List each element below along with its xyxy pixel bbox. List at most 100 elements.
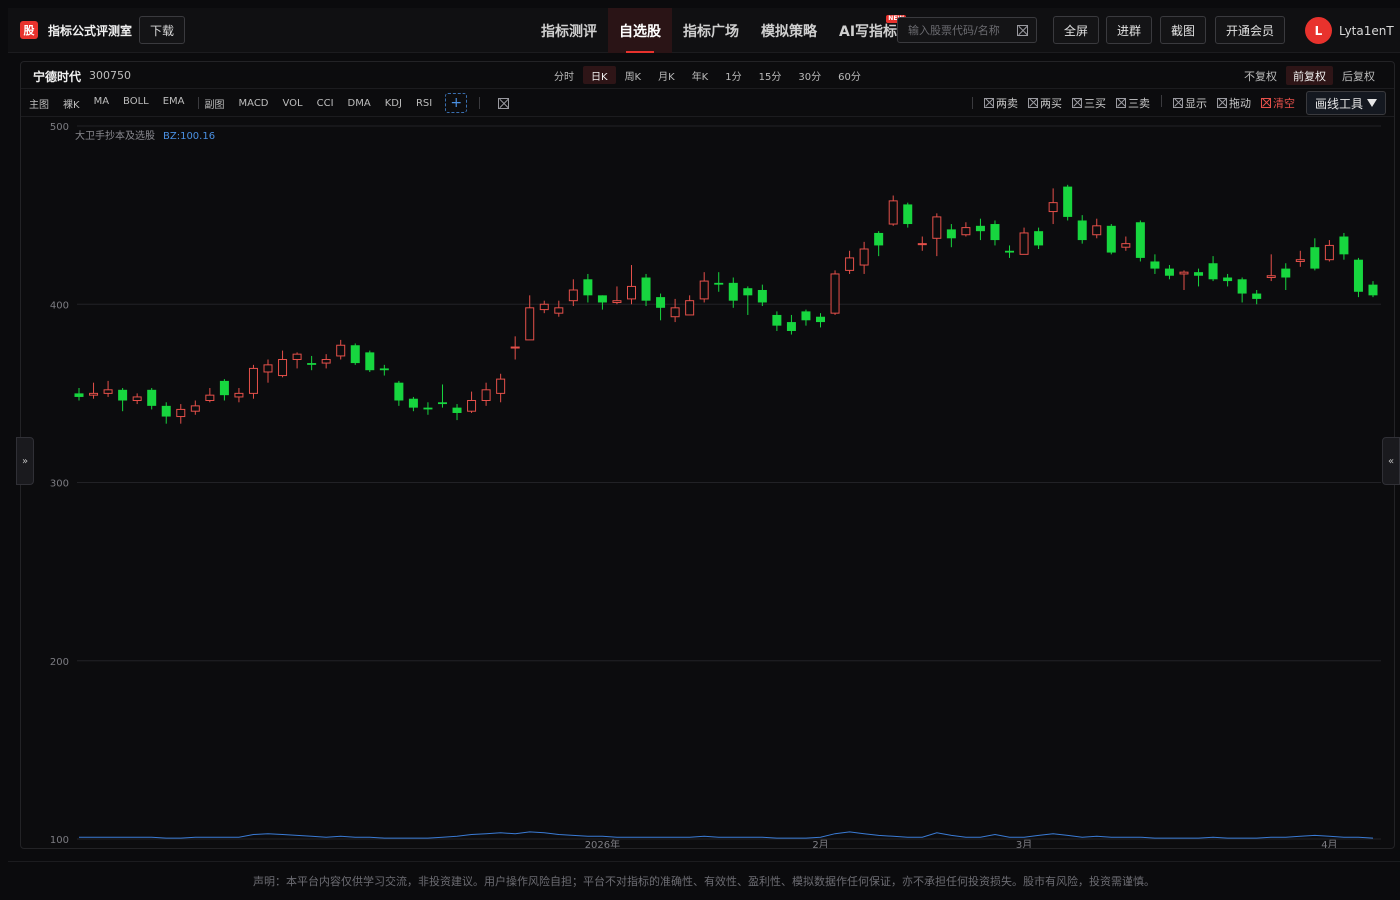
- signal-tool-label: 三买: [1083, 97, 1106, 110]
- signal-tool-label: 三卖: [1127, 97, 1150, 110]
- candle-body-down: [714, 282, 724, 285]
- signal-tool-toggle[interactable]: 清空: [1256, 95, 1300, 111]
- fullscreen-button[interactable]: 全屏: [1053, 16, 1099, 44]
- join-group-button[interactable]: 进群: [1106, 16, 1152, 44]
- candle-body-down: [975, 225, 985, 232]
- candle-body-down: [1164, 268, 1174, 276]
- candle-body-down: [147, 389, 157, 406]
- period-tab[interactable]: 年K: [684, 66, 717, 84]
- candle-body-down: [597, 295, 607, 303]
- signal-tool-toggle[interactable]: 两买: [1023, 95, 1067, 111]
- period-tab[interactable]: 周K: [617, 66, 650, 84]
- nav-item-label: 模拟策略: [761, 23, 817, 40]
- period-tab[interactable]: 30分: [790, 66, 829, 84]
- adjust-tab[interactable]: 前复权: [1286, 66, 1333, 85]
- sub-indicator-button[interactable]: CCI: [310, 98, 341, 109]
- candle-body-up: [888, 200, 898, 225]
- sub-indicator-button[interactable]: MACD: [232, 98, 276, 109]
- signal-tool-toggle[interactable]: 两卖: [979, 95, 1023, 111]
- candle-body-up: [89, 392, 99, 396]
- candle-body-up: [525, 307, 535, 341]
- main-indicator-button[interactable]: EMA: [156, 96, 192, 111]
- sub-indicator-button[interactable]: KDJ: [378, 98, 409, 109]
- candle-body-down: [656, 297, 666, 308]
- y-tick-label: 200: [50, 657, 69, 668]
- left-panel-toggle[interactable]: »: [16, 437, 34, 485]
- adjust-tab[interactable]: 不复权: [1237, 66, 1284, 85]
- candle-body-up: [336, 344, 346, 357]
- candle-body-down: [1339, 236, 1349, 255]
- user-avatar[interactable]: L: [1305, 17, 1332, 44]
- candle-body-up: [1019, 232, 1029, 255]
- period-tab[interactable]: 1分: [717, 66, 749, 84]
- close-indicator-icon[interactable]: [498, 97, 510, 109]
- candle-body-down: [641, 277, 651, 301]
- candle-body-down: [757, 289, 767, 303]
- candle-body-up: [321, 359, 331, 364]
- draw-tools-dropdown[interactable]: 画线工具: [1305, 91, 1386, 115]
- stock-search: [897, 17, 1037, 43]
- stock-search-input[interactable]: [908, 22, 1013, 38]
- period-tab[interactable]: 日K: [583, 66, 616, 84]
- right-panel-toggle[interactable]: «: [1382, 437, 1400, 485]
- signal-tool-toggle[interactable]: 三买: [1067, 95, 1111, 111]
- adjust-tab[interactable]: 后复权: [1335, 66, 1382, 85]
- main-indicator-button[interactable]: 裸K: [56, 96, 87, 111]
- candle-body-down: [74, 393, 84, 397]
- candle-body-up: [496, 378, 506, 394]
- indicator-line: [79, 831, 1374, 839]
- checkbox-icon: [983, 98, 994, 108]
- add-indicator-button[interactable]: +: [445, 93, 468, 113]
- download-button[interactable]: 下载: [139, 16, 185, 44]
- main-chart-label: 主图: [29, 99, 49, 111]
- candle-body-down: [350, 345, 360, 364]
- nav-item-2[interactable]: 指标广场: [672, 8, 750, 53]
- nav-item-1[interactable]: 自选股: [608, 8, 672, 53]
- candle-body-up: [292, 353, 302, 361]
- period-tab[interactable]: 15分: [751, 66, 790, 84]
- candle-body-down: [990, 224, 1000, 241]
- candle-body-up: [1179, 271, 1189, 275]
- candle-body-down: [1252, 293, 1262, 299]
- sub-indicator-button[interactable]: RSI: [409, 98, 439, 109]
- disclaimer-text: 声明：本平台内容仅供学习交流，非投资建议。用户操作风险自担；平台不对指标的准确性…: [253, 875, 1155, 888]
- signal-tool-toggle[interactable]: 拖动: [1212, 95, 1256, 111]
- screenshot-button[interactable]: 截图: [1160, 16, 1206, 44]
- draw-tools-label: 画线工具: [1314, 96, 1363, 111]
- user-name[interactable]: Lyta1enT: [1339, 24, 1394, 38]
- sub-indicator-button[interactable]: VOL: [276, 98, 310, 109]
- signal-tool-toggle[interactable]: 显示: [1168, 95, 1212, 111]
- period-tab[interactable]: 分时: [546, 66, 582, 84]
- candle-body-down: [1353, 259, 1363, 292]
- main-indicator-button[interactable]: BOLL: [116, 96, 156, 111]
- nav-item-label: 指标广场: [683, 23, 739, 40]
- kline-chart-svg: 500 400 300 200 100 大卫手抄本及选股 BZ:100.16 2026年 2月 3…: [50, 122, 1381, 851]
- period-tab[interactable]: 60分: [830, 66, 869, 84]
- y-tick-label: 400: [50, 300, 69, 311]
- nav-item-label: 自选股: [619, 23, 661, 40]
- chevron-down-icon: [1367, 99, 1377, 107]
- stock-code: 300750: [89, 69, 131, 82]
- kline-chart[interactable]: 500 400 300 200 100 大卫手抄本及选股 BZ:100.16 2026年 2月 3…: [21, 118, 1394, 851]
- signal-tool-toggle[interactable]: 三卖: [1111, 95, 1155, 111]
- candle-body-down: [1135, 222, 1145, 258]
- x-tick-label: 2月: [812, 839, 828, 848]
- candle-body-up: [467, 400, 477, 412]
- period-tab[interactable]: 月K: [650, 66, 683, 84]
- search-clear-icon[interactable]: [1017, 25, 1028, 36]
- checkbox-icon: [1027, 98, 1038, 108]
- divider: [197, 97, 199, 109]
- candle-body-up: [263, 364, 273, 373]
- sub-indicator-button[interactable]: DMA: [341, 98, 378, 109]
- candle-body-up: [699, 280, 709, 300]
- candle-body-up: [205, 394, 215, 402]
- nav-item-0[interactable]: 指标测评: [530, 8, 608, 53]
- candle-body-up: [539, 303, 549, 311]
- candle-body-down: [786, 322, 796, 331]
- candle-body-down: [219, 380, 229, 396]
- nav-item-label: 指标测评: [541, 23, 597, 40]
- nav-item-3[interactable]: 模拟策略: [750, 8, 828, 53]
- main-indicator-button[interactable]: MA: [87, 96, 116, 111]
- vip-button[interactable]: 开通会员: [1215, 16, 1285, 44]
- candle-body-up: [917, 243, 927, 246]
